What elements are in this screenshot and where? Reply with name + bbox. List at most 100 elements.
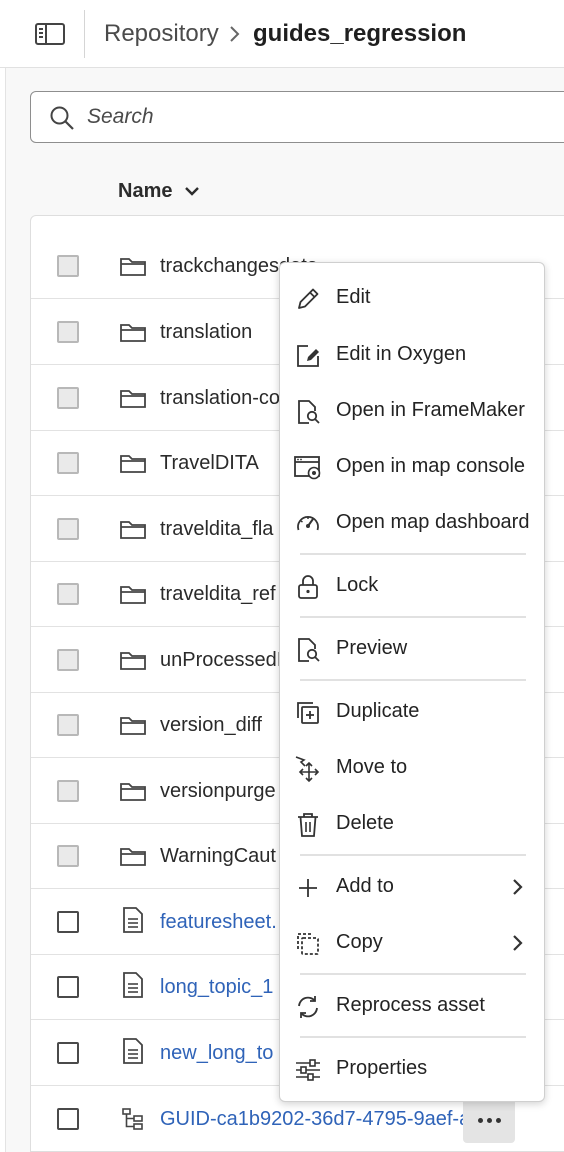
menu-item-edit[interactable]: Edit bbox=[280, 274, 546, 322]
row-checkbox[interactable] bbox=[57, 1108, 79, 1130]
row-name[interactable]: TravelDITA bbox=[160, 452, 259, 475]
row-name[interactable]: translation-co bbox=[160, 387, 280, 410]
folder-icon bbox=[119, 386, 147, 410]
row-name[interactable]: version_diff bbox=[160, 714, 262, 737]
row-checkbox[interactable] bbox=[57, 845, 79, 867]
row-checkbox[interactable] bbox=[57, 714, 79, 736]
menu-divider bbox=[300, 553, 526, 555]
refresh-icon bbox=[293, 992, 323, 1022]
breadcrumb-current: guides_regression bbox=[253, 20, 467, 47]
menu-item-label: Add to bbox=[336, 875, 394, 897]
sliders-icon bbox=[293, 1055, 323, 1085]
row-checkbox[interactable] bbox=[57, 649, 79, 671]
more-dot bbox=[486, 1117, 492, 1123]
menu-item-edit-in-oxygen[interactable]: Edit in Oxygen bbox=[280, 331, 546, 379]
pencil-icon bbox=[293, 284, 323, 314]
search-field[interactable] bbox=[30, 91, 564, 143]
folder-icon bbox=[119, 517, 147, 541]
file-icon bbox=[119, 972, 147, 998]
folder-icon bbox=[119, 451, 147, 475]
name-column-header[interactable]: Name bbox=[118, 176, 200, 206]
row-checkbox[interactable] bbox=[57, 452, 79, 474]
row-name[interactable]: traveldita_fla bbox=[160, 518, 273, 541]
menu-divider bbox=[300, 854, 526, 856]
row-checkbox[interactable] bbox=[57, 976, 79, 998]
chevron-right-icon bbox=[513, 935, 523, 951]
menu-item-add-to[interactable]: Add to bbox=[280, 863, 546, 911]
folder-icon bbox=[119, 582, 147, 606]
menu-item-reprocess-asset[interactable]: Reprocess asset bbox=[280, 982, 546, 1030]
menu-divider bbox=[300, 1036, 526, 1038]
menu-item-label: Reprocess asset bbox=[336, 994, 485, 1016]
context-menu: Edit Edit in Oxygen Open in FrameMaker O… bbox=[279, 262, 545, 1102]
folder-icon bbox=[119, 779, 147, 803]
row-checkbox[interactable] bbox=[57, 255, 79, 277]
chevron-right-icon bbox=[513, 879, 523, 895]
search-icon bbox=[50, 106, 74, 130]
menu-item-open-in-map-console[interactable]: Open in map console bbox=[280, 443, 546, 491]
move-icon bbox=[293, 754, 323, 784]
gauge-icon bbox=[293, 509, 323, 539]
row-name[interactable]: unProcessedI bbox=[160, 649, 282, 672]
preview-icon bbox=[293, 635, 323, 665]
row-checkbox[interactable] bbox=[57, 1042, 79, 1064]
row-checkbox[interactable] bbox=[57, 911, 79, 933]
menu-item-label: Open in FrameMaker bbox=[336, 399, 525, 421]
edit-in-icon bbox=[293, 341, 323, 371]
panel-icon bbox=[35, 23, 65, 45]
row-checkbox[interactable] bbox=[57, 583, 79, 605]
menu-item-label: Edit bbox=[336, 286, 371, 308]
menu-item-duplicate[interactable]: Duplicate bbox=[280, 688, 546, 736]
breadcrumb-root[interactable]: Repository bbox=[104, 20, 219, 48]
menu-item-label: Preview bbox=[336, 637, 408, 659]
menu-item-label: Edit in Oxygen bbox=[336, 343, 467, 365]
row-name[interactable]: traveldita_ref bbox=[160, 583, 276, 606]
chevron-down-icon bbox=[185, 187, 200, 196]
chevron-right-icon bbox=[230, 26, 240, 42]
menu-item-move-to[interactable]: Move to bbox=[280, 744, 546, 792]
search-input[interactable] bbox=[87, 102, 564, 132]
row-name[interactable]: versionpurge bbox=[160, 780, 276, 803]
folder-icon bbox=[119, 648, 147, 672]
file-icon bbox=[119, 1038, 147, 1064]
menu-item-label: Open map dashboard bbox=[336, 511, 530, 533]
row-checkbox[interactable] bbox=[57, 387, 79, 409]
row-checkbox[interactable] bbox=[57, 518, 79, 540]
duplicate-icon bbox=[293, 698, 323, 728]
row-checkbox[interactable] bbox=[57, 780, 79, 802]
more-actions-button[interactable] bbox=[463, 1097, 515, 1143]
menu-item-preview[interactable]: Preview bbox=[280, 625, 546, 673]
copy-icon bbox=[293, 929, 323, 959]
row-name[interactable]: new_long_to bbox=[160, 1042, 273, 1065]
menu-item-label: Copy bbox=[336, 931, 383, 953]
row-name[interactable]: translation bbox=[160, 321, 252, 344]
menu-item-lock[interactable]: Lock bbox=[280, 562, 546, 610]
trash-icon bbox=[293, 810, 323, 840]
menu-divider bbox=[300, 973, 526, 975]
menu-item-delete[interactable]: Delete bbox=[280, 800, 546, 848]
folder-icon bbox=[119, 320, 147, 344]
more-dot bbox=[495, 1117, 501, 1123]
map-tree-icon bbox=[119, 1107, 147, 1131]
menu-item-label: Lock bbox=[336, 574, 379, 596]
row-name[interactable]: featuresheet. bbox=[160, 911, 277, 934]
header-divider bbox=[84, 10, 85, 58]
row-name[interactable]: long_topic_1 bbox=[160, 976, 273, 999]
folder-icon bbox=[119, 844, 147, 868]
folder-icon bbox=[119, 254, 147, 278]
menu-item-label: Move to bbox=[336, 756, 408, 778]
more-dot bbox=[477, 1117, 483, 1123]
menu-divider bbox=[300, 679, 526, 681]
row-checkbox[interactable] bbox=[57, 321, 79, 343]
name-column-label: Name bbox=[118, 179, 173, 202]
row-name[interactable]: GUID-ca1b9202-36d7-4795-9aef-a... bbox=[160, 1108, 487, 1131]
menu-item-properties[interactable]: Properties bbox=[280, 1045, 546, 1093]
folder-icon bbox=[119, 713, 147, 737]
rail-toggle-button[interactable] bbox=[34, 20, 66, 48]
menu-item-copy[interactable]: Copy bbox=[280, 919, 546, 967]
file-icon bbox=[119, 907, 147, 933]
file-search-icon bbox=[293, 397, 323, 427]
menu-item-open-in-framemaker[interactable]: Open in FrameMaker bbox=[280, 387, 546, 435]
menu-item-open-map-dashboard[interactable]: Open map dashboard bbox=[280, 499, 546, 547]
row-name[interactable]: WarningCaut bbox=[160, 845, 276, 868]
